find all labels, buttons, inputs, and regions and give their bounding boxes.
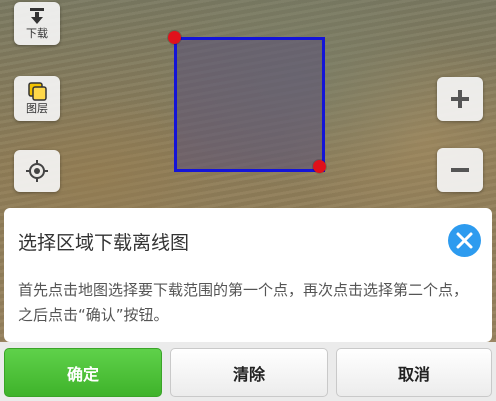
- selection-rectangle: [174, 37, 325, 172]
- close-button[interactable]: [448, 224, 481, 257]
- selection-corner-marker-1[interactable]: [168, 31, 181, 44]
- cancel-button[interactable]: 取消: [336, 348, 492, 397]
- locate-icon: [26, 160, 48, 182]
- selection-corner-marker-2[interactable]: [313, 160, 326, 173]
- download-label: 下载: [26, 27, 48, 40]
- download-icon: [30, 8, 44, 24]
- zoom-in-button[interactable]: [437, 77, 483, 121]
- offline-download-panel: 选择区域下载离线图 首先点击地图选择要下载范围的第一个点，再次点击选择第二个点，…: [4, 208, 492, 342]
- download-button[interactable]: 下载: [14, 2, 60, 45]
- locate-button[interactable]: [14, 150, 60, 192]
- layers-button[interactable]: 图层: [14, 76, 60, 121]
- confirm-button[interactable]: 确定: [4, 348, 162, 397]
- layers-icon: [28, 82, 47, 101]
- close-icon: [456, 232, 473, 249]
- zoom-out-button[interactable]: [437, 148, 483, 192]
- minus-icon: [451, 168, 469, 172]
- layers-label: 图层: [26, 102, 48, 115]
- panel-title: 选择区域下载离线图: [18, 232, 190, 254]
- panel-description: 首先点击地图选择要下载范围的第一个点，再次点击选择第二个点，之后点击“确认”按钮…: [18, 281, 469, 324]
- clear-button[interactable]: 清除: [170, 348, 328, 397]
- plus-icon: [451, 90, 469, 108]
